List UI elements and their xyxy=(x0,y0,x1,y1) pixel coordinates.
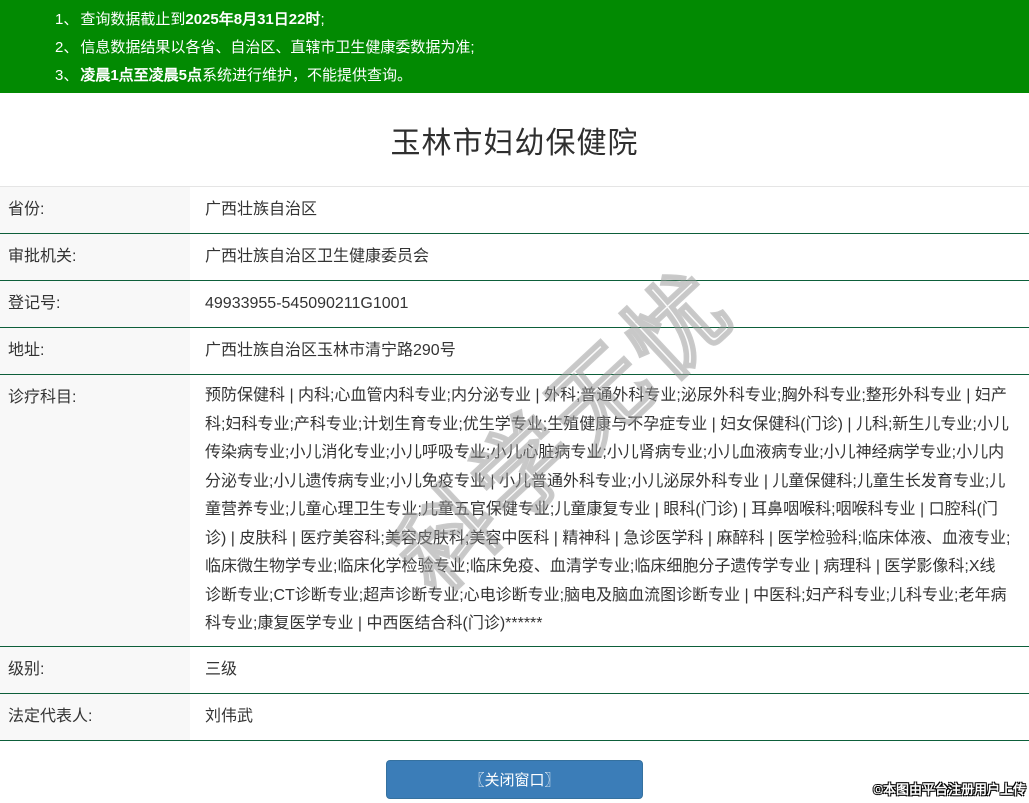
notice-bar: 1、查询数据截止到2025年8月31日22时; 2、信息数据结果以各省、自治区、… xyxy=(0,0,1029,93)
notice-text: ; xyxy=(320,11,324,28)
notice-number: 3、 xyxy=(55,67,78,84)
upload-credit-note: ©本图由平台注册用户上传 xyxy=(873,779,1026,798)
notice-text: 系统进行维护，不能提供查询。 xyxy=(202,67,412,84)
table-row-legal-representative: 法定代表人: 刘伟武 xyxy=(0,694,1029,741)
notice-text-bold: 凌晨1点至凌晨5点 xyxy=(80,67,202,84)
notice-text-bold: 2025年8月31日22时 xyxy=(185,11,320,28)
close-window-button[interactable]: 〖关闭窗口〗 xyxy=(386,760,642,799)
row-value: 广西壮族自治区卫生健康委员会 xyxy=(190,234,1029,280)
row-value: 三级 xyxy=(190,647,1029,693)
row-value: 49933955-545090211G1001 xyxy=(190,281,1029,327)
institution-info-table: 省份: 广西壮族自治区 审批机关: 广西壮族自治区卫生健康委员会 登记号: 49… xyxy=(0,186,1029,741)
row-value: 广西壮族自治区 xyxy=(190,187,1029,233)
medical-institution-detail-page: 1、查询数据截止到2025年8月31日22时; 2、信息数据结果以各省、自治区、… xyxy=(0,0,1029,803)
notice-text: 查询数据截止到 xyxy=(80,11,185,28)
row-label: 级别: xyxy=(0,647,190,693)
row-label: 诊疗科目: xyxy=(0,375,190,646)
table-row-medical-departments: 诊疗科目: 预防保健科 | 内科;心血管内科专业;内分泌专业 | 外科;普通外科… xyxy=(0,375,1029,647)
row-label: 登记号: xyxy=(0,281,190,327)
table-row-province: 省份: 广西壮族自治区 xyxy=(0,187,1029,234)
notice-text: 信息数据结果以各省、自治区、直辖市卫生健康委数据为准; xyxy=(80,39,474,56)
row-label: 法定代表人: xyxy=(0,694,190,740)
page-title: 玉林市妇幼保健院 xyxy=(391,118,639,162)
title-section: 玉林市妇幼保健院 xyxy=(0,93,1029,186)
row-value: 预防保健科 | 内科;心血管内科专业;内分泌专业 | 外科;普通外科专业;泌尿外… xyxy=(190,375,1029,646)
notice-line-1: 1、查询数据截止到2025年8月31日22时; xyxy=(55,6,1019,34)
table-row-address: 地址: 广西壮族自治区玉林市清宁路290号 xyxy=(0,328,1029,375)
notice-line-2: 2、信息数据结果以各省、自治区、直辖市卫生健康委数据为准; xyxy=(55,34,1019,62)
row-label: 地址: xyxy=(0,328,190,374)
row-value: 广西壮族自治区玉林市清宁路290号 xyxy=(190,328,1029,374)
row-label: 省份: xyxy=(0,187,190,233)
table-row-approval-authority: 审批机关: 广西壮族自治区卫生健康委员会 xyxy=(0,234,1029,281)
table-row-registration-number: 登记号: 49933955-545090211G1001 xyxy=(0,281,1029,328)
notice-line-3: 3、凌晨1点至凌晨5点系统进行维护，不能提供查询。 xyxy=(55,62,1019,90)
table-row-level: 级别: 三级 xyxy=(0,647,1029,694)
notice-number: 2、 xyxy=(55,39,78,56)
row-label: 审批机关: xyxy=(0,234,190,280)
notice-number: 1、 xyxy=(55,11,78,28)
row-value: 刘伟武 xyxy=(190,694,1029,740)
